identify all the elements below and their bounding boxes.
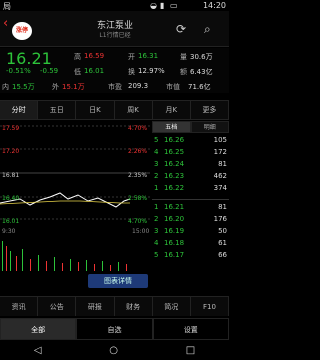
all-button[interactable]: 全部 [0, 318, 77, 340]
tab-profile[interactable]: 简况 [153, 297, 191, 316]
pct-label-2: 2.26% [128, 148, 147, 155]
action-bar: 全部 自选 设置 [0, 318, 229, 340]
refresh-icon[interactable]: ⟳ [176, 22, 186, 36]
price-label-2: 17.20 [2, 148, 19, 155]
tab-detail[interactable]: 明细 [190, 121, 229, 133]
pe-value: 209.3 [128, 82, 149, 90]
order-row: 5 16.17 66 [154, 251, 227, 259]
tab-intraday[interactable]: 分时 [0, 101, 39, 119]
order-row: 2 16.20 176 [154, 215, 227, 223]
order-row: 4 16.18 61 [154, 239, 227, 247]
order-row: 3 16.19 50 [154, 227, 227, 235]
chart-detail-button[interactable]: 图表详情 [88, 274, 148, 288]
tab-five-day[interactable]: 五日 [38, 101, 77, 119]
watchlist-button[interactable]: 自选 [76, 318, 153, 340]
back-button[interactable]: ‹ [3, 16, 8, 31]
time-end: 15:00 [132, 228, 149, 235]
price-label-4: 16.40 [2, 195, 19, 202]
amount-label: 额 [180, 68, 187, 76]
price-label-top: 17.59 [2, 125, 19, 132]
amount-value: 6.43亿 [190, 68, 213, 76]
tab-monthly-k[interactable]: 月K [153, 101, 191, 119]
pe-label: 市盈 [108, 83, 122, 91]
current-price: 16.21 [6, 49, 52, 68]
open-label: 开 [128, 53, 135, 61]
settings-button[interactable]: 设置 [152, 318, 229, 340]
market-value: 71.6亿 [188, 83, 211, 91]
price-label-bottom: 16.01 [2, 218, 19, 225]
low-value: 16.01 [84, 67, 105, 75]
volume-value: 30.6万 [190, 53, 213, 61]
chart-tabs: 分时 五日 日K 周K 月K 更多 [0, 100, 230, 120]
price-label-mid: 16.81 [2, 172, 19, 179]
low-label: 低 [74, 68, 81, 76]
change-percent: -0.51% [6, 67, 31, 75]
order-row: 5 16.26 105 [154, 136, 227, 144]
market-value-label: 市值 [166, 83, 180, 91]
outer-value: 15.1万 [62, 83, 85, 91]
divider [152, 199, 229, 200]
outer-label: 外 [52, 83, 59, 91]
clock: 14:20 [202, 1, 226, 10]
volume-bars [2, 241, 127, 271]
high-value: 16.59 [84, 52, 105, 60]
pct-label-mid: 2.35% [128, 172, 147, 179]
order-row: 2 16.23 462 [154, 172, 227, 180]
turnover-label: 换 [128, 68, 135, 76]
turnover-value: 12.97% [138, 67, 165, 75]
inner-value: 15.5万 [12, 83, 35, 91]
nav-back-icon[interactable]: ◁ [34, 345, 42, 356]
time-start: 9:30 [2, 228, 16, 235]
open-value: 16.31 [138, 52, 159, 60]
wifi-icon: ◒ [150, 1, 157, 10]
tab-more[interactable]: 更多 [191, 101, 230, 119]
tab-finance[interactable]: 财务 [115, 297, 153, 316]
nav-recents-icon[interactable]: □ [186, 345, 195, 356]
pct-label-top: 4.70% [128, 125, 147, 132]
tab-five-level[interactable]: 五档 [152, 121, 191, 133]
pct-label-bottom: 4.70% [128, 218, 147, 225]
tab-f10[interactable]: F10 [191, 297, 230, 316]
tab-news[interactable]: 资讯 [0, 297, 39, 316]
order-row: 4 16.25 172 [154, 148, 227, 156]
nav-home-icon[interactable]: ○ [109, 345, 118, 356]
order-row: 3 16.24 81 [154, 160, 227, 168]
tab-weekly-k[interactable]: 周K [115, 101, 153, 119]
stock-subtitle: L1行情已经 [99, 32, 131, 39]
inner-label: 内 [2, 83, 9, 91]
volume-label: 量 [180, 53, 187, 61]
order-book-tabs: 五档 明细 [152, 121, 229, 133]
search-icon[interactable]: ⌕ [204, 22, 211, 37]
tab-daily-k[interactable]: 日K [76, 101, 115, 119]
system-nav-bar: ◁ ○ □ [0, 340, 229, 360]
order-row: 1 16.22 374 [154, 184, 227, 192]
signal-icon: ▮ [160, 1, 165, 10]
limit-up-badge: 涨停 [12, 22, 32, 40]
intraday-chart[interactable]: 17.59 17.20 16.81 16.40 16.01 4.70% 2.26… [0, 121, 150, 274]
info-tabs: 资讯 公告 研报 财务 简况 F10 [0, 296, 230, 316]
tab-announcements[interactable]: 公告 [38, 297, 77, 316]
status-bar: 局 ◒ ▮ ▭ 14:20 [0, 0, 229, 11]
tab-research[interactable]: 研报 [76, 297, 115, 316]
order-row: 1 16.21 81 [154, 203, 227, 211]
battery-icon: ▭ [170, 1, 178, 10]
change-amount: -0.59 [40, 67, 59, 75]
high-label: 高 [74, 53, 81, 61]
pct-label-4: 2.58% [128, 195, 147, 202]
